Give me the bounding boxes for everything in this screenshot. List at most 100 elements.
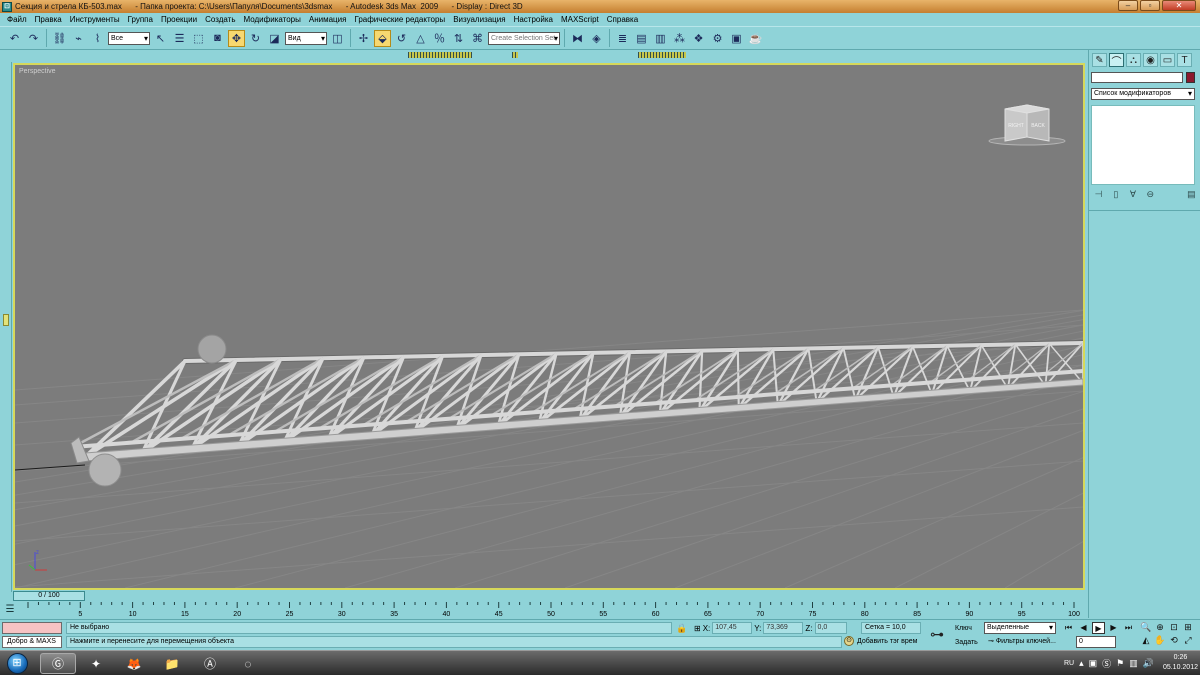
pulley-bottom[interactable]: [88, 453, 122, 487]
configure-modifier-sets-icon[interactable]: ▤: [1186, 189, 1197, 201]
menu-rendering[interactable]: Визуализация: [449, 15, 509, 24]
quick-render-icon[interactable]: ☕: [747, 30, 764, 47]
z-coordinate-field[interactable]: 0,0: [814, 622, 847, 634]
named-selection-sets-field[interactable]: Create Selection Set: [488, 31, 560, 45]
reference-coordinate-select[interactable]: Вид: [285, 31, 327, 45]
modifier-stack[interactable]: [1091, 105, 1195, 185]
mini-curve-editor-icon[interactable]: ☰: [4, 604, 16, 616]
angle-snap-icon[interactable]: △: [412, 30, 429, 47]
viewport-canvas[interactable]: z RIGHT BACK: [15, 65, 1083, 588]
y-coordinate-field[interactable]: 73,369: [763, 622, 804, 634]
key-selection-select[interactable]: Выделенные: [984, 622, 1056, 634]
set-key-icon[interactable]: ⊶: [926, 626, 948, 642]
menu-customize[interactable]: Настройка: [510, 15, 557, 24]
menu-views[interactable]: Проекции: [157, 15, 201, 24]
percent-snap-icon[interactable]: ％: [431, 30, 448, 47]
pin-stack-icon[interactable]: ⊣: [1093, 189, 1104, 201]
hierarchy-tab-icon[interactable]: ⛬: [1126, 53, 1141, 67]
close-icon[interactable]: ✕: [1162, 0, 1196, 11]
zoom-extents-all-icon[interactable]: ⊞: [1182, 622, 1194, 633]
schematic-view-icon[interactable]: ⁂: [671, 30, 688, 47]
viewcube[interactable]: RIGHT BACK: [988, 104, 1066, 146]
maximize-viewport-icon[interactable]: ⤢: [1182, 635, 1194, 646]
maxscript-listener-field[interactable]: [2, 622, 62, 634]
graphite-ribbon-icon[interactable]: ▤: [633, 30, 650, 47]
redo-icon[interactable]: ↷: [25, 30, 42, 47]
material-editor-icon[interactable]: ❖: [690, 30, 707, 47]
object-name-field[interactable]: [1091, 72, 1183, 83]
select-and-rotate-icon[interactable]: ↻: [247, 30, 264, 47]
object-color-swatch[interactable]: [1186, 72, 1195, 83]
taskbar-firefox-icon[interactable]: 🦊: [116, 653, 152, 674]
utilities-tab-icon[interactable]: T: [1177, 53, 1192, 67]
network-icon[interactable]: ▥: [1129, 658, 1138, 669]
spinner-snap-icon[interactable]: ⇅: [450, 30, 467, 47]
toolbar-grip[interactable]: [512, 52, 518, 58]
menu-help[interactable]: Справка: [603, 15, 642, 24]
align-icon[interactable]: ◈: [588, 30, 605, 47]
viewport-label[interactable]: Perspective: [19, 68, 56, 75]
zoom-icon[interactable]: 🔍: [1140, 622, 1152, 633]
abs-mode-icon[interactable]: ⊞: [694, 624, 701, 633]
current-frame-field[interactable]: 0: [1076, 636, 1116, 648]
previous-frame-icon[interactable]: ◀: [1077, 622, 1090, 634]
add-time-tag[interactable]: ⊙ Добавить тэг врем: [844, 636, 917, 646]
select-and-link-icon[interactable]: ⛓: [51, 30, 68, 47]
selection-filter-select[interactable]: Все: [108, 31, 150, 45]
taskbar-media-icon[interactable]: ◌: [230, 653, 266, 674]
layer-manager-icon[interactable]: ≣: [614, 30, 631, 47]
pan-icon[interactable]: ✋: [1154, 635, 1166, 646]
menu-modifiers[interactable]: Модификаторы: [239, 15, 304, 24]
motion-tab-icon[interactable]: ◉: [1143, 53, 1158, 67]
keyboard-shortcut-override-icon[interactable]: ⬙: [374, 29, 391, 47]
maxscript-mini-listener[interactable]: Добро & MAXS: [2, 636, 62, 648]
next-frame-icon[interactable]: ▶: [1107, 622, 1120, 634]
auto-key-button[interactable]: Ключ: [955, 622, 978, 636]
snaps-toggle-icon[interactable]: ↺: [393, 30, 410, 47]
start-button[interactable]: ⊞: [4, 651, 30, 675]
time-slider[interactable]: 0 / 100: [13, 591, 1085, 601]
minimize-icon[interactable]: –: [1118, 0, 1138, 11]
tray-skype-icon[interactable]: Ⓢ: [1102, 657, 1111, 670]
go-to-start-icon[interactable]: ⏮: [1062, 622, 1075, 634]
menu-tools[interactable]: Инструменты: [66, 15, 124, 24]
perspective-viewport[interactable]: z RIGHT BACK Perspective: [13, 63, 1085, 590]
modify-tab-icon[interactable]: ⌒: [1109, 53, 1124, 68]
track-bar[interactable]: ☰ 5 10 15 20 25 30 35 40 45 50 55 60 65 70 75 80 85 90 95 1…: [0, 602, 1088, 619]
modifier-list-select[interactable]: Список модификаторов: [1091, 88, 1195, 100]
menu-file[interactable]: Файл: [3, 15, 31, 24]
edit-named-selection-icon[interactable]: ⌘: [469, 30, 486, 47]
taskbar-app-icon[interactable]: ✦: [78, 653, 114, 674]
menu-graph-editors[interactable]: Графические редакторы: [350, 15, 449, 24]
select-and-move-icon[interactable]: ✥: [228, 29, 245, 47]
select-object-icon[interactable]: ↖: [152, 30, 169, 47]
strip-grip[interactable]: [3, 314, 9, 326]
render-frame-icon[interactable]: ▣: [728, 30, 745, 47]
curve-editor-icon[interactable]: ▥: [652, 30, 669, 47]
select-by-name-icon[interactable]: ☰: [171, 30, 188, 47]
taskbar-explorer-icon[interactable]: 📁: [154, 653, 190, 674]
volume-icon[interactable]: 🔊: [1143, 658, 1154, 669]
taskbar-autocad-icon[interactable]: Ⓐ: [192, 653, 228, 674]
create-tab-icon[interactable]: ✎: [1092, 53, 1107, 67]
manipulate-icon[interactable]: ✢: [355, 30, 372, 47]
maximize-icon[interactable]: ▫: [1140, 0, 1160, 11]
select-and-scale-icon[interactable]: ◪: [266, 30, 283, 47]
language-indicator[interactable]: RU: [1064, 660, 1074, 667]
selection-lock-icon[interactable]: 🔒: [676, 623, 687, 634]
zoom-all-icon[interactable]: ⊕: [1154, 622, 1166, 633]
app-icon[interactable]: ⊡: [2, 1, 12, 12]
go-to-end-icon[interactable]: ⏭: [1122, 622, 1135, 634]
tray-app-icon[interactable]: ▣: [1089, 658, 1098, 669]
key-filters-button[interactable]: ⊸ Фильтры ключей...: [988, 636, 1056, 648]
menu-create[interactable]: Создать: [201, 15, 239, 24]
remove-modifier-icon[interactable]: ⊖: [1145, 189, 1156, 201]
make-unique-icon[interactable]: ∀: [1127, 189, 1138, 201]
menu-edit[interactable]: Правка: [31, 15, 66, 24]
rectangular-selection-icon[interactable]: ⬚: [190, 30, 207, 47]
frame-ruler[interactable]: 5 10 15 20 25 30 35 40 45 50 55 60 65 70 75 80 85 90 95 100: [22, 602, 1082, 619]
menu-animation[interactable]: Анимация: [305, 15, 351, 24]
x-coordinate-field[interactable]: 107,45: [712, 622, 753, 634]
tray-arrow-icon[interactable]: ▴: [1079, 658, 1084, 669]
show-end-result-icon[interactable]: ▯: [1110, 189, 1121, 201]
